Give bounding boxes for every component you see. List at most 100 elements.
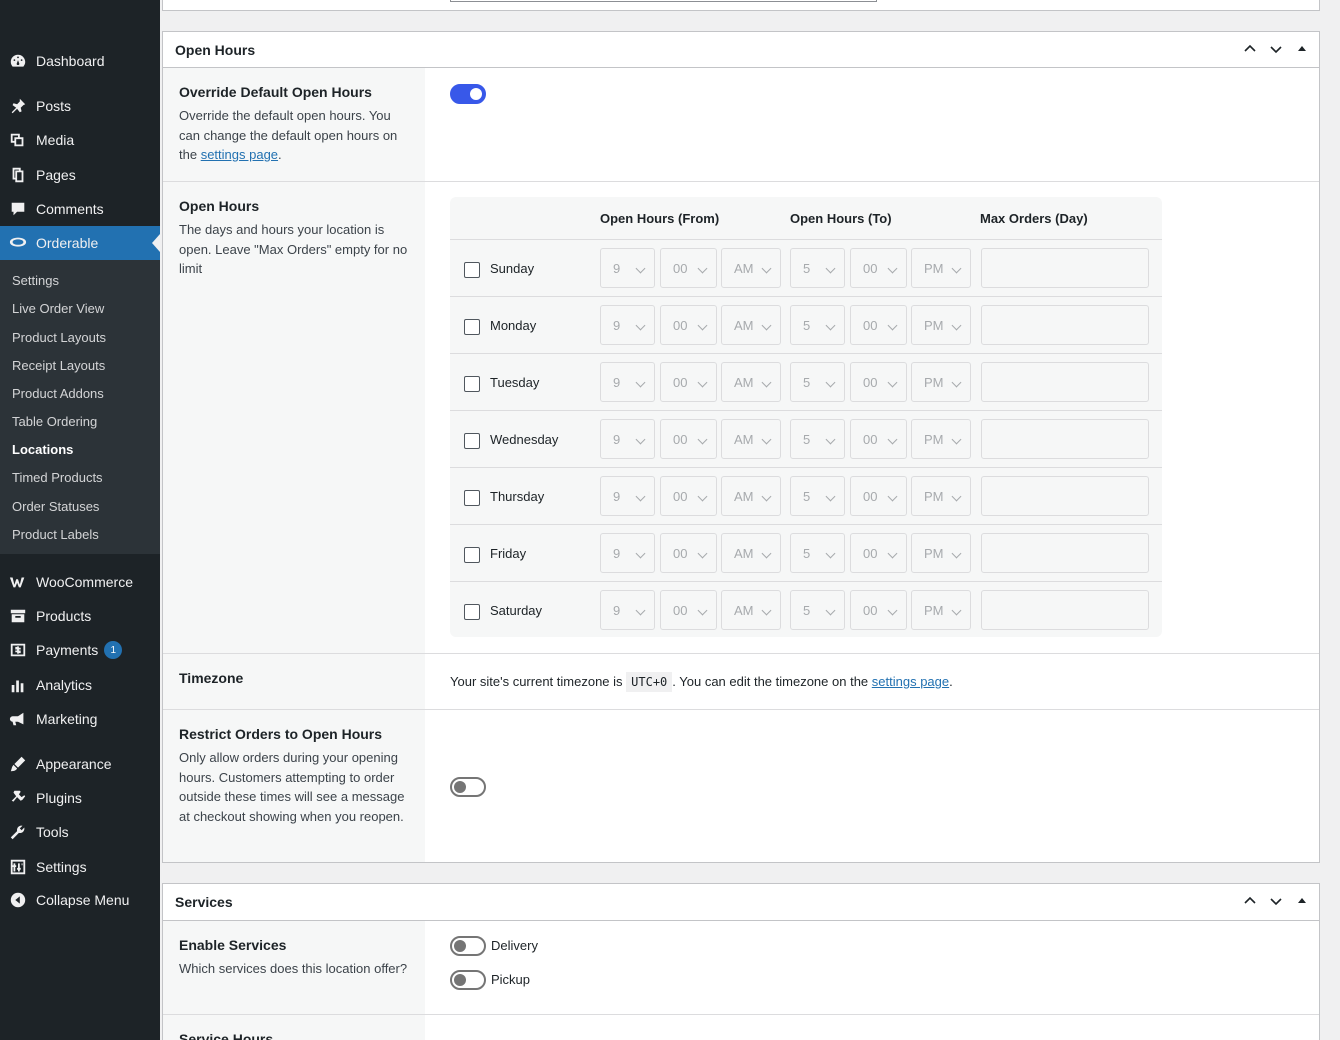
from-hour-select[interactable]: 9	[600, 590, 655, 630]
from-ampm-select[interactable]: AM	[721, 305, 781, 345]
submenu-order-statuses[interactable]: Order Statuses	[12, 499, 99, 514]
collapse-menu-button[interactable]: Collapse Menu	[0, 883, 160, 917]
pickup-toggle[interactable]	[450, 970, 486, 990]
to-hour-select[interactable]: 5	[790, 590, 845, 630]
to-ampm-select[interactable]: PM	[911, 419, 971, 459]
from-minute-select[interactable]: 00	[660, 362, 717, 402]
menu-woocommerce[interactable]: WooCommerce	[0, 565, 160, 599]
from-minute-select[interactable]: 00	[660, 533, 717, 573]
panel-header: Open Hours	[163, 32, 1319, 68]
override-toggle[interactable]	[450, 84, 486, 104]
menu-dashboard[interactable]: Dashboard	[0, 44, 160, 78]
to-hour-select[interactable]: 5	[790, 305, 845, 345]
day-checkbox[interactable]	[464, 547, 480, 563]
day-label: Thursday	[490, 489, 545, 504]
submenu-receipt-layouts[interactable]: Receipt Layouts	[12, 358, 105, 373]
submenu-product-labels[interactable]: Product Labels	[12, 527, 99, 542]
from-ampm-select[interactable]: AM	[721, 362, 781, 402]
menu-plugins[interactable]: Plugins	[0, 781, 160, 815]
menu-pages[interactable]: Pages	[0, 158, 160, 192]
day-checkbox[interactable]	[464, 490, 480, 506]
from-minute-select[interactable]: 00	[660, 419, 717, 459]
submenu-settings[interactable]: Settings	[12, 273, 59, 288]
submenu-product-layouts[interactable]: Product Layouts	[12, 330, 106, 345]
submenu-live-order-view[interactable]: Live Order View	[12, 301, 104, 316]
restrict-toggle[interactable]	[450, 777, 486, 797]
from-minute-select[interactable]: 00	[660, 476, 717, 516]
to-minute-select[interactable]: 00	[850, 362, 907, 402]
menu-comments[interactable]: Comments	[0, 192, 160, 226]
max-orders-input[interactable]	[981, 533, 1149, 573]
from-hour-select[interactable]: 9	[600, 248, 655, 288]
to-ampm-select[interactable]: PM	[911, 248, 971, 288]
submenu-table-ordering[interactable]: Table Ordering	[12, 414, 97, 429]
menu-orderable[interactable]: Orderable	[0, 226, 160, 260]
max-orders-input[interactable]	[981, 248, 1149, 288]
to-minute-select[interactable]: 00	[850, 305, 907, 345]
to-ampm-select[interactable]: PM	[911, 362, 971, 402]
from-minute-select[interactable]: 00	[660, 590, 717, 630]
to-hour-select[interactable]: 5	[790, 362, 845, 402]
to-ampm-select[interactable]: PM	[911, 476, 971, 516]
collapse-panel-icon[interactable]	[1293, 40, 1311, 58]
text-input-partial[interactable]	[450, 0, 877, 2]
max-orders-input[interactable]	[981, 305, 1149, 345]
to-hour-select[interactable]: 5	[790, 419, 845, 459]
to-hour-select[interactable]: 5	[790, 533, 845, 573]
move-up-icon[interactable]	[1241, 40, 1259, 58]
menu-media[interactable]: Media	[0, 123, 160, 157]
day-checkbox[interactable]	[464, 433, 480, 449]
day-checkbox[interactable]	[464, 262, 480, 278]
submenu-timed-products[interactable]: Timed Products	[12, 470, 103, 485]
move-down-icon[interactable]	[1267, 40, 1285, 58]
from-hour-select[interactable]: 9	[600, 362, 655, 402]
menu-products[interactable]: Products	[0, 599, 160, 633]
to-minute-select[interactable]: 00	[850, 533, 907, 573]
day-checkbox[interactable]	[464, 319, 480, 335]
day-row-wednesday: Wednesday 9 00 AM 5 00 PM	[450, 410, 1162, 467]
from-minute-select[interactable]: 00	[660, 248, 717, 288]
day-checkbox[interactable]	[464, 376, 480, 392]
from-hour-select[interactable]: 9	[600, 305, 655, 345]
to-hour-select[interactable]: 5	[790, 248, 845, 288]
settings-page-link[interactable]: settings page	[201, 147, 278, 162]
to-minute-select[interactable]: 00	[850, 248, 907, 288]
timezone-settings-link[interactable]: settings page	[872, 674, 949, 689]
max-orders-input[interactable]	[981, 476, 1149, 516]
menu-marketing[interactable]: Marketing	[0, 702, 160, 736]
menu-settings[interactable]: Settings	[0, 850, 160, 884]
from-hour-select[interactable]: 9	[600, 419, 655, 459]
to-ampm-select[interactable]: PM	[911, 590, 971, 630]
day-label: Wednesday	[490, 432, 559, 447]
delivery-toggle[interactable]	[450, 936, 486, 956]
to-hour-select[interactable]: 5	[790, 476, 845, 516]
menu-tools[interactable]: Tools	[0, 815, 160, 849]
submenu-locations[interactable]: Locations	[12, 442, 73, 457]
to-ampm-select[interactable]: PM	[911, 533, 971, 573]
menu-payments[interactable]: Payments 1	[0, 633, 160, 667]
from-hour-select[interactable]: 9	[600, 533, 655, 573]
from-ampm-select[interactable]: AM	[721, 248, 781, 288]
day-label: Sunday	[490, 261, 535, 276]
from-ampm-select[interactable]: AM	[721, 476, 781, 516]
from-minute-select[interactable]: 00	[660, 305, 717, 345]
from-ampm-select[interactable]: AM	[721, 590, 781, 630]
from-ampm-select[interactable]: AM	[721, 419, 781, 459]
menu-appearance[interactable]: Appearance	[0, 747, 160, 781]
collapse-panel-icon[interactable]	[1293, 892, 1311, 910]
to-minute-select[interactable]: 00	[850, 590, 907, 630]
from-ampm-select[interactable]: AM	[721, 533, 781, 573]
move-up-icon[interactable]	[1241, 892, 1259, 910]
max-orders-input[interactable]	[981, 419, 1149, 459]
from-hour-select[interactable]: 9	[600, 476, 655, 516]
to-minute-select[interactable]: 00	[850, 419, 907, 459]
day-checkbox[interactable]	[464, 604, 480, 620]
to-minute-select[interactable]: 00	[850, 476, 907, 516]
menu-analytics[interactable]: Analytics	[0, 668, 160, 702]
max-orders-input[interactable]	[981, 362, 1149, 402]
max-orders-input[interactable]	[981, 590, 1149, 630]
move-down-icon[interactable]	[1267, 892, 1285, 910]
menu-posts[interactable]: Posts	[0, 89, 160, 123]
submenu-product-addons[interactable]: Product Addons	[12, 386, 104, 401]
to-ampm-select[interactable]: PM	[911, 305, 971, 345]
